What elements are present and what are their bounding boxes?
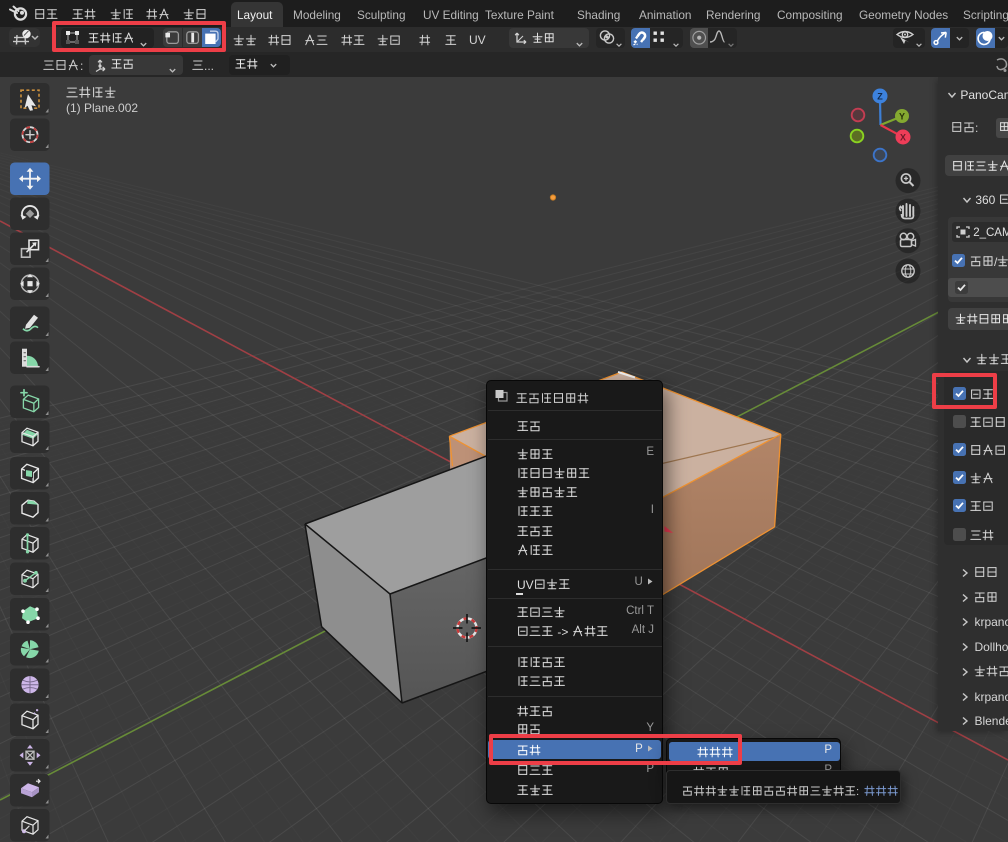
svg-text:Y: Y [899,111,905,121]
svg-text:Z: Z [877,91,883,101]
svg-text:X: X [900,132,906,142]
